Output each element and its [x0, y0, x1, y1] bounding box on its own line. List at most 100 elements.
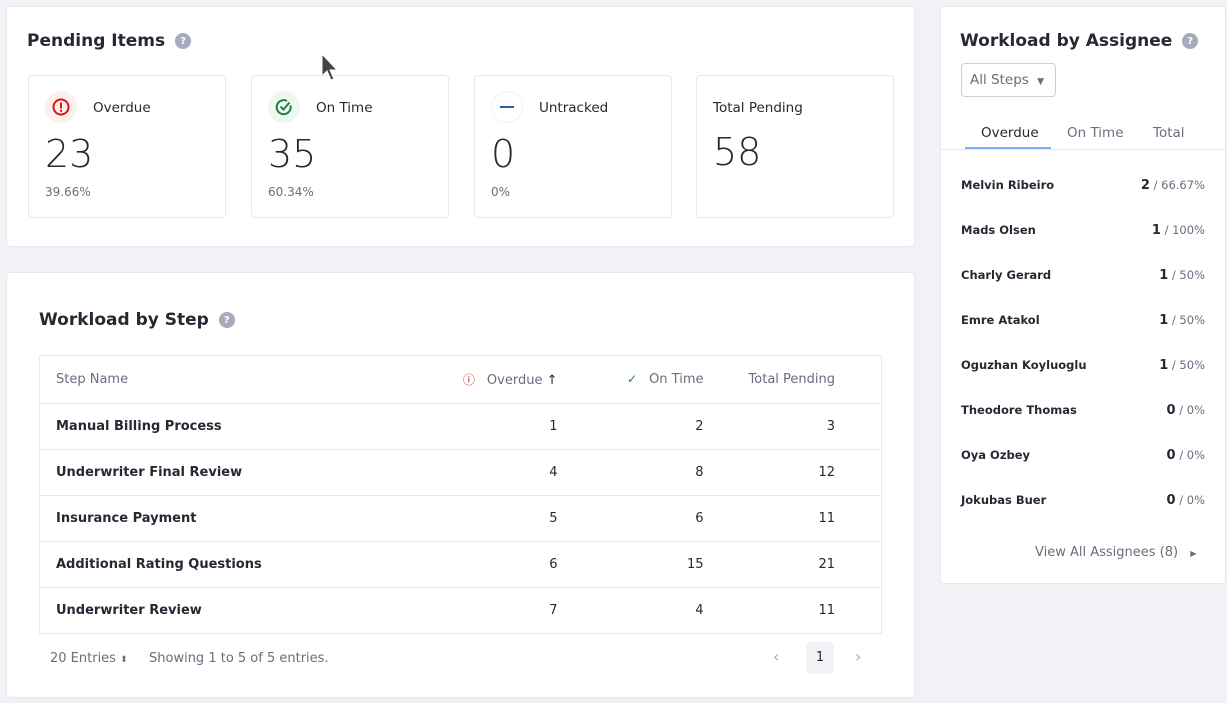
- title-text: Workload by Assignee: [960, 31, 1173, 51]
- assignee-row: Mads Olsen 1 / 100%: [961, 223, 1205, 238]
- assignee-value: 0 / 0%: [1167, 403, 1205, 418]
- header-overdue[interactable]: ⓘ Overdue ↑: [414, 356, 574, 404]
- workload-by-step-card: Workload by Step? Step Name ⓘ Overdue ↑ ✓…: [6, 272, 915, 698]
- assignee-count: 2: [1140, 178, 1150, 193]
- assignee-value: 0 / 0%: [1167, 493, 1205, 508]
- help-icon[interactable]: ?: [1182, 33, 1199, 49]
- assignee-name: Melvin Ribeiro: [961, 178, 1055, 192]
- header-on-time[interactable]: ✓ On Time: [574, 356, 720, 404]
- assignee-value: 2 / 66.67%: [1141, 178, 1205, 193]
- next-page-button[interactable]: ›: [855, 647, 861, 666]
- header-label: Overdue: [486, 373, 543, 388]
- assignee-value: 1 / 50%: [1159, 313, 1205, 328]
- stat-value: 35: [268, 132, 317, 176]
- entries-select[interactable]: 20 Entries ⬍: [50, 651, 128, 666]
- stat-total-pending: Total Pending 58: [696, 75, 894, 218]
- workload-by-assignee-card: Workload by Assignee? All Steps ▼ Overdu…: [940, 6, 1226, 584]
- assignee-name: Oya Ozbey: [961, 448, 1031, 462]
- help-icon[interactable]: ?: [175, 33, 192, 49]
- overdue-cell: 7: [413, 587, 574, 634]
- check-circle-icon: [268, 91, 300, 123]
- table-row: Additional Rating Questions 6 15 21: [39, 541, 882, 588]
- assignee-percent: / 0%: [1179, 403, 1205, 417]
- header-total-pending[interactable]: Total Pending: [720, 356, 882, 404]
- assignee-row: Charly Gerard 1 / 50%: [961, 268, 1205, 283]
- total-pending-cell: 3: [719, 403, 882, 450]
- assignee-name: Oguzhan Koyluoglu: [961, 358, 1087, 372]
- sort-arrow-icon: ↑: [546, 373, 558, 388]
- view-all-assignees-link[interactable]: View All Assignees (8) ▶: [1035, 545, 1196, 560]
- stat-percent: 39.66%: [45, 185, 91, 199]
- on-time-cell: 8: [573, 449, 720, 496]
- entries-label: 20 Entries: [50, 651, 116, 666]
- assignee-percent: / 50%: [1171, 313, 1205, 327]
- assignee-value: 1 / 50%: [1159, 268, 1205, 283]
- view-all-label: View All Assignees (8): [1035, 545, 1179, 560]
- page-1-button[interactable]: 1: [806, 642, 834, 674]
- tab-on-time[interactable]: On Time: [1067, 125, 1124, 141]
- filter-value: All Steps: [970, 72, 1029, 88]
- stat-overdue: Overdue 23 39.66%: [28, 75, 226, 218]
- assignee-percent: / 0%: [1179, 493, 1205, 507]
- assignee-value: 1 / 50%: [1159, 358, 1205, 373]
- overdue-cell: 1: [413, 403, 574, 450]
- stat-percent: 0%: [491, 185, 511, 199]
- assignee-count: 1: [1159, 268, 1169, 283]
- assignee-count: 0: [1166, 493, 1176, 508]
- showing-text: Showing 1 to 5 of 5 entries.: [149, 651, 329, 666]
- step-table: Step Name ⓘ Overdue ↑ ✓ On Time Total Pend…: [39, 355, 882, 634]
- total-pending-cell: 11: [719, 587, 882, 634]
- tab-overdue[interactable]: Overdue: [981, 125, 1039, 141]
- assignee-count: 1: [1151, 223, 1161, 238]
- pending-items-title: Pending Items?: [27, 31, 192, 51]
- table-row: Underwriter Review 7 4 11: [39, 587, 882, 634]
- assignee-name: Jokubas Buer: [961, 493, 1047, 507]
- header-label: On Time: [649, 372, 704, 387]
- assignee-percent: / 50%: [1171, 268, 1205, 282]
- header-step-name[interactable]: Step Name: [40, 356, 414, 404]
- assignee-name: Mads Olsen: [961, 223, 1036, 237]
- assignee-row: Emre Atakol 1 / 50%: [961, 313, 1205, 328]
- assignee-percent: / 66.67%: [1153, 178, 1205, 192]
- stat-value: 58: [713, 130, 762, 174]
- assignee-name: Theodore Thomas: [961, 403, 1077, 417]
- assignee-percent: / 100%: [1164, 223, 1205, 237]
- step-filter-select[interactable]: All Steps ▼: [961, 63, 1056, 97]
- assignee-row: Theodore Thomas 0 / 0%: [961, 403, 1205, 418]
- prev-page-button[interactable]: ‹: [773, 647, 779, 666]
- overdue-cell: 5: [413, 495, 574, 542]
- check-circle-icon: ✓: [627, 372, 638, 386]
- step-name-cell: Manual Billing Process: [39, 403, 414, 450]
- total-pending-cell: 12: [719, 449, 882, 496]
- tabs-divider: [941, 149, 1225, 150]
- pending-items-card: Pending Items? Overdue 23 39.66% On Time…: [6, 6, 915, 247]
- on-time-cell: 6: [573, 495, 720, 542]
- assignee-count: 0: [1166, 448, 1176, 463]
- stat-percent: 60.34%: [268, 185, 314, 199]
- assignee-count: 1: [1159, 358, 1169, 373]
- table-row: Underwriter Final Review 4 8 12: [39, 449, 882, 496]
- tab-total[interactable]: Total: [1153, 125, 1185, 141]
- step-name-cell: Underwriter Final Review: [39, 449, 414, 496]
- assignee-name: Emre Atakol: [961, 313, 1040, 327]
- dash-icon: [491, 91, 523, 123]
- workload-by-assignee-title: Workload by Assignee?: [960, 31, 1199, 51]
- stat-label: Overdue: [93, 100, 151, 116]
- help-icon[interactable]: ?: [218, 312, 235, 328]
- step-name-cell: Underwriter Review: [39, 587, 414, 634]
- exclamation-circle-icon: ⓘ: [462, 373, 475, 387]
- assignee-row: Jokubas Buer 0 / 0%: [961, 493, 1205, 508]
- on-time-cell: 2: [573, 403, 720, 450]
- overdue-cell: 6: [413, 541, 574, 588]
- mouse-cursor-icon: [321, 52, 339, 81]
- assignee-row: Oguzhan Koyluoglu 1 / 50%: [961, 358, 1205, 373]
- assignee-count: 0: [1166, 403, 1176, 418]
- stat-label: On Time: [316, 100, 373, 116]
- assignee-name: Charly Gerard: [961, 268, 1052, 282]
- workload-by-step-title: Workload by Step?: [39, 310, 235, 330]
- stat-value: 23: [45, 132, 94, 176]
- sort-caret-icon: ⬍: [120, 655, 128, 665]
- assignee-value: 1 / 100%: [1152, 223, 1205, 238]
- on-time-cell: 15: [573, 541, 720, 588]
- stat-label: Total Pending: [713, 100, 803, 116]
